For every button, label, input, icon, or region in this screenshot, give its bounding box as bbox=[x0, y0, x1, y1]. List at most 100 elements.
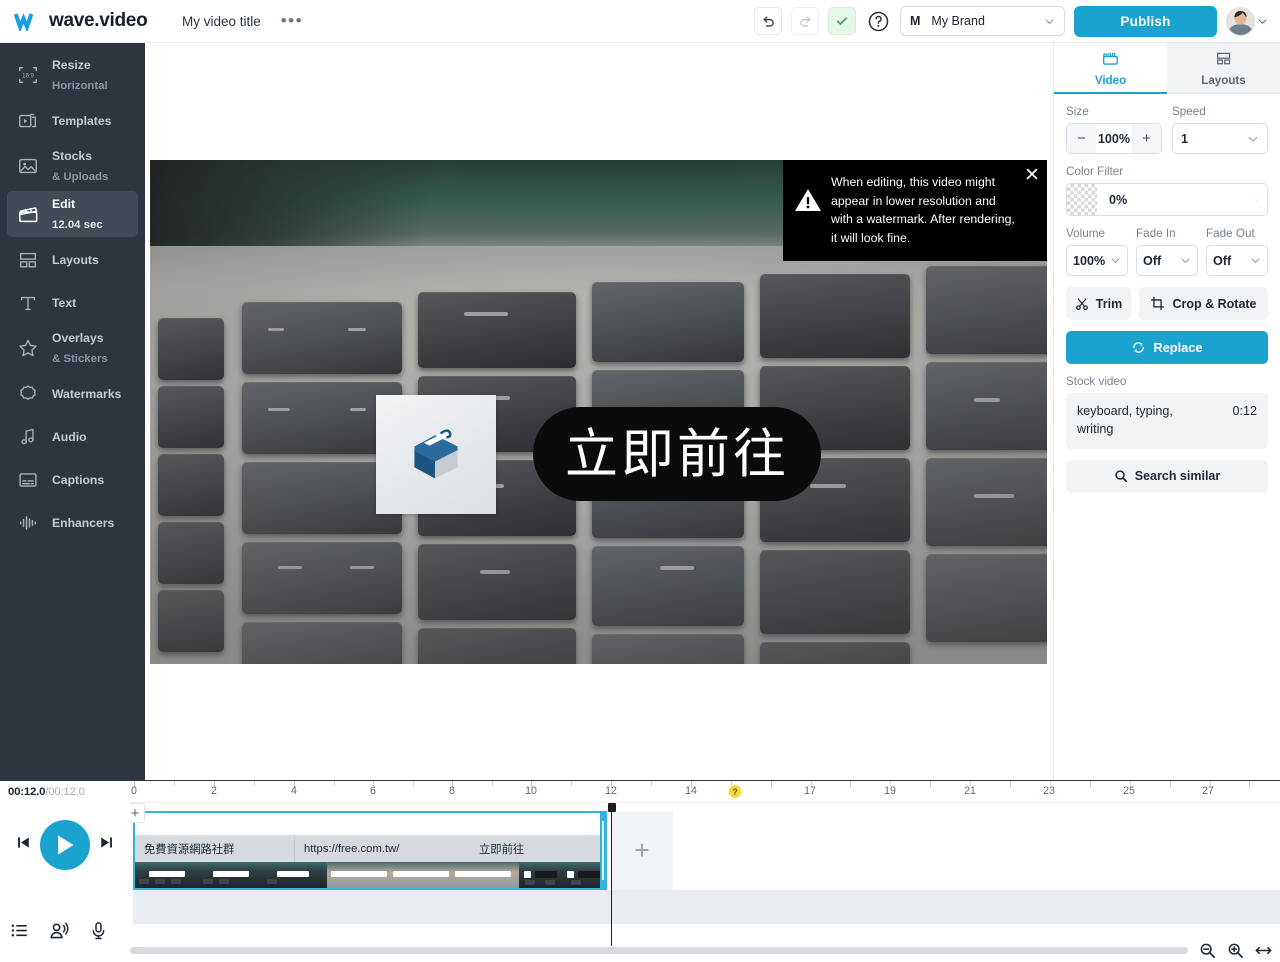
ruler-label: 27 bbox=[1202, 785, 1214, 797]
mic-icon bbox=[92, 922, 105, 940]
skip-forward-button[interactable] bbox=[99, 835, 114, 855]
star-icon bbox=[16, 336, 40, 360]
top-bar: wave.video My video title ••• M My Brand… bbox=[0, 0, 1280, 43]
tab-video-label: Video bbox=[1094, 73, 1127, 87]
sidebar-item-text[interactable]: Text bbox=[7, 282, 138, 323]
cta-overlay[interactable]: 立即前往 bbox=[533, 407, 821, 501]
brand-initial: M bbox=[910, 14, 921, 28]
app-logo[interactable]: wave.video bbox=[14, 10, 170, 32]
search-similar-button[interactable]: Search similar bbox=[1066, 459, 1268, 493]
stock-video-item[interactable]: keyboard, typing, writing 0:12 bbox=[1066, 393, 1268, 449]
voiceover-icon bbox=[50, 922, 69, 939]
sidebar-item-label: Templates bbox=[52, 113, 112, 128]
redo-button[interactable] bbox=[791, 7, 819, 35]
zoom-in-icon bbox=[1228, 943, 1243, 958]
ruler-marker-badge[interactable]: ? bbox=[728, 785, 742, 798]
sidebar-item-resize[interactable]: 16:9 Resize Horizontal bbox=[7, 52, 138, 98]
size-increase-button[interactable]: + bbox=[1132, 124, 1161, 153]
help-button[interactable] bbox=[865, 7, 891, 35]
ruler-label: 0 bbox=[131, 785, 137, 797]
speed-select[interactable]: 1 bbox=[1172, 123, 1268, 154]
trim-label: Trim bbox=[1095, 296, 1123, 311]
properties-tabs: Video Layouts bbox=[1054, 43, 1280, 94]
saved-status-button[interactable] bbox=[828, 7, 856, 35]
play-button[interactable] bbox=[40, 820, 90, 870]
timeline-ruler[interactable]: 0 2 4 6 8 10 12 14 ? 17 19 21 23 25 27 bbox=[130, 781, 1280, 803]
check-icon bbox=[836, 17, 847, 25]
fade-out-select[interactable]: Off bbox=[1206, 245, 1268, 276]
app-logo-text: wave.video bbox=[49, 10, 148, 31]
volume-label: Volume bbox=[1066, 227, 1105, 240]
clip-trim-handle[interactable] bbox=[600, 813, 605, 888]
fade-in-select[interactable]: Off bbox=[1136, 245, 1198, 276]
sidebar-item-watermarks[interactable]: Watermarks bbox=[7, 373, 138, 414]
publish-button[interactable]: Publish bbox=[1074, 5, 1217, 37]
undo-button[interactable] bbox=[754, 7, 782, 35]
zoom-in-button[interactable] bbox=[1227, 942, 1244, 959]
replace-button[interactable]: Replace bbox=[1066, 331, 1268, 364]
user-menu[interactable] bbox=[1226, 6, 1268, 36]
tab-layouts[interactable]: Layouts bbox=[1167, 43, 1280, 94]
chevron-down-icon bbox=[1251, 258, 1260, 263]
brand-selector[interactable]: M My Brand bbox=[900, 6, 1065, 36]
video-title[interactable]: My video title bbox=[182, 14, 261, 29]
zoom-out-button[interactable] bbox=[1199, 942, 1216, 959]
properties-panel: Video Layouts Size − 100% + Speed 1 Colo… bbox=[1053, 43, 1280, 780]
color-filter-select[interactable]: 0% bbox=[1066, 183, 1268, 216]
sidebar-item-edit[interactable]: Edit 12.04 sec bbox=[7, 191, 138, 237]
timeline-scroll-row bbox=[130, 938, 1280, 962]
voiceover-button[interactable] bbox=[49, 921, 69, 946]
avatar bbox=[1226, 6, 1255, 36]
waveform-icon bbox=[16, 511, 40, 535]
sidebar-item-templates[interactable]: Templates bbox=[7, 100, 138, 141]
sidebar-item-layouts[interactable]: Layouts bbox=[7, 239, 138, 280]
question-icon bbox=[868, 11, 888, 31]
replace-label: Replace bbox=[1153, 340, 1203, 355]
captions-icon bbox=[16, 468, 40, 492]
record-mic-button[interactable] bbox=[89, 921, 108, 946]
box-logo-icon bbox=[414, 428, 458, 478]
crop-rotate-button[interactable]: Crop & Rotate bbox=[1139, 287, 1268, 320]
sidebar-item-label: Text bbox=[52, 295, 77, 310]
size-stepper[interactable]: − 100% + bbox=[1066, 123, 1162, 154]
sidebar-item-stocks[interactable]: Stocks & Uploads bbox=[7, 143, 138, 189]
sidebar-item-label: Edit bbox=[52, 197, 76, 212]
tab-video[interactable]: Video bbox=[1054, 43, 1167, 94]
add-scene-button[interactable]: + bbox=[130, 803, 145, 823]
chevron-down-icon bbox=[1181, 258, 1190, 263]
horizontal-scrollbar[interactable] bbox=[130, 946, 1188, 954]
timeline-clip[interactable]: + 免費資源網路社群 https://free.com.tw/ 立即前往 bbox=[130, 803, 607, 890]
timeline-empty-layer[interactable] bbox=[133, 890, 1280, 924]
playhead[interactable] bbox=[607, 803, 616, 946]
video-title-more-button[interactable]: ••• bbox=[281, 12, 303, 29]
current-time: 00:12.0 bbox=[8, 786, 46, 798]
video-preview[interactable]: 立即前往 When editing, this video might appe… bbox=[150, 160, 1047, 664]
fade-out-value: Off bbox=[1213, 253, 1232, 268]
ruler-label: 25 bbox=[1123, 785, 1135, 797]
fit-width-button[interactable] bbox=[1255, 942, 1272, 959]
fade-out-label: Fade Out bbox=[1206, 227, 1255, 240]
left-sidebar: 16:9 Resize Horizontal Templates Stocks … bbox=[0, 43, 145, 780]
sidebar-item-captions[interactable]: Captions bbox=[7, 459, 138, 500]
undo-icon bbox=[762, 15, 774, 27]
sidebar-item-audio[interactable]: Audio bbox=[7, 416, 138, 457]
trim-button[interactable]: Trim bbox=[1066, 287, 1131, 320]
chevron-down-icon bbox=[1111, 258, 1120, 263]
volume-select[interactable]: 100% bbox=[1066, 245, 1128, 276]
total-time: /00:12.0 bbox=[45, 786, 85, 798]
timeline-tracks-area[interactable]: 0 2 4 6 8 10 12 14 ? 17 19 21 23 25 27 + bbox=[130, 781, 1280, 962]
wave-video-editor: wave.video My video title ••• M My Brand… bbox=[0, 0, 1280, 962]
clapper-icon bbox=[16, 202, 40, 226]
add-clip-slot[interactable]: + bbox=[611, 811, 673, 890]
clip-text-layer[interactable]: 免費資源網路社群 https://free.com.tw/ 立即前往 bbox=[135, 835, 605, 862]
logo-overlay[interactable] bbox=[376, 395, 496, 514]
size-decrease-button[interactable]: − bbox=[1067, 124, 1096, 153]
scenes-list-button[interactable] bbox=[10, 921, 29, 946]
stock-video-label: Stock video bbox=[1066, 375, 1127, 388]
sidebar-item-overlays[interactable]: Overlays & Stickers bbox=[7, 325, 138, 371]
ruler-label: 4 bbox=[291, 785, 297, 797]
sidebar-item-enhancers[interactable]: Enhancers bbox=[7, 502, 138, 543]
tab-layouts-label: Layouts bbox=[1201, 74, 1246, 87]
close-icon[interactable] bbox=[1026, 168, 1038, 184]
skip-back-button[interactable] bbox=[16, 835, 31, 855]
